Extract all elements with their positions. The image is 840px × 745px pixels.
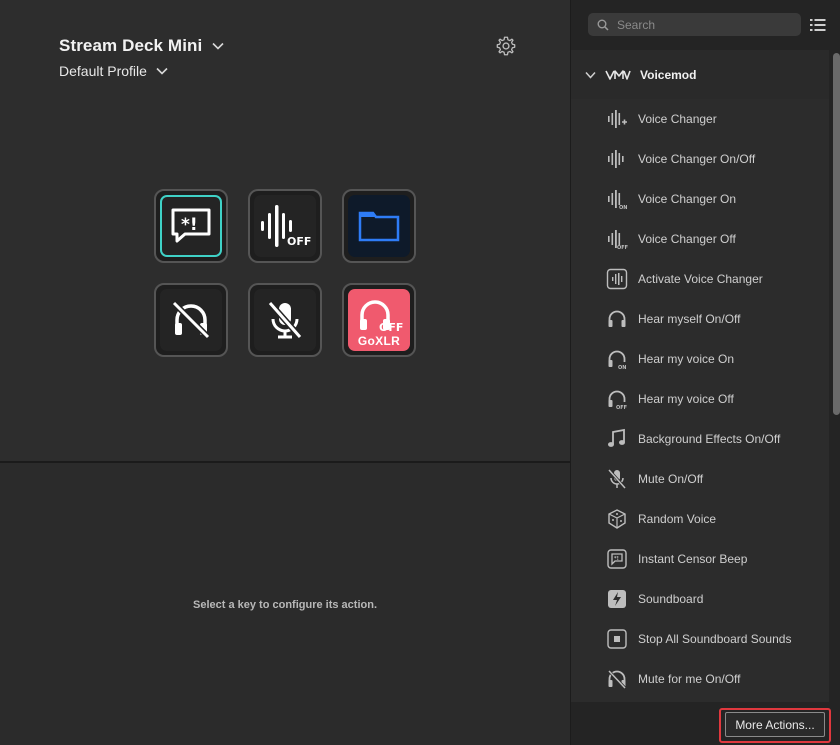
key-1[interactable]: *! — [154, 189, 228, 263]
scrollbar-thumb[interactable] — [833, 53, 840, 415]
action-soundboard[interactable]: Soundboard — [571, 579, 829, 619]
main-area: Stream Deck Mini Default Profile *! OFF … — [0, 0, 570, 745]
key-6[interactable]: OFF GoXLR — [342, 283, 416, 357]
action-voice-changer-toggle[interactable]: Voice Changer On/Off — [571, 139, 829, 179]
action-label: Voice Changer Off — [638, 232, 736, 246]
action-label: Instant Censor Beep — [638, 552, 748, 566]
more-actions-button[interactable]: More Actions... — [725, 712, 825, 737]
key-grid: *! OFF OFF GoXLR — [154, 189, 416, 357]
off-badge: OFF — [287, 235, 311, 248]
action-label: Voice Changer — [638, 112, 717, 126]
voice-changer-off-icon: OFF — [261, 205, 311, 248]
search-box[interactable] — [588, 13, 801, 36]
action-label: Hear my voice Off — [638, 392, 734, 406]
inspector-hint: Select a key to configure its action. — [193, 599, 377, 611]
chevron-down-icon — [212, 42, 224, 50]
music-note-icon — [608, 428, 625, 447]
soundboard-icon — [608, 590, 626, 608]
gear-icon[interactable] — [495, 35, 517, 57]
action-stop-soundboard[interactable]: Stop All Soundboard Sounds — [571, 619, 829, 659]
action-list: Voice Changer Voice Changer On/Off ON Vo… — [571, 99, 829, 702]
headphones-icon — [608, 310, 626, 327]
action-label: Mute for me On/Off — [638, 672, 741, 686]
device-canvas: Stream Deck Mini Default Profile *! OFF … — [0, 0, 570, 461]
device-selector[interactable]: Stream Deck Mini — [59, 36, 224, 56]
voice-changer-icon — [608, 110, 627, 128]
action-label: Mute On/Off — [638, 472, 704, 486]
action-label: Stop All Soundboard Sounds — [638, 632, 792, 646]
action-label: Random Voice — [638, 512, 717, 526]
goxlr-headphones-off-icon: OFF — [360, 300, 403, 334]
action-random-voice[interactable]: Random Voice — [571, 499, 829, 539]
property-inspector: Select a key to configure its action. — [0, 463, 570, 745]
action-label: Background Effects On/Off — [638, 432, 781, 446]
stop-icon — [607, 629, 627, 649]
dice-icon — [608, 509, 626, 529]
action-hear-voice-on[interactable]: ON Hear my voice On — [571, 339, 829, 379]
svg-text:ON: ON — [618, 365, 626, 370]
voice-changer-off-icon: OFF — [608, 230, 628, 250]
action-label: Voice Changer On/Off — [638, 152, 756, 166]
mic-mute-icon — [607, 469, 627, 489]
action-voice-changer-on[interactable]: ON Voice Changer On — [571, 179, 829, 219]
svg-text:*!: *! — [614, 556, 619, 562]
key-5[interactable] — [248, 283, 322, 357]
hear-myself-off-icon — [171, 300, 211, 340]
mic-muted-icon — [267, 301, 303, 339]
key-2[interactable]: OFF — [248, 189, 322, 263]
svg-text:OFF: OFF — [616, 405, 627, 410]
folder-icon — [358, 211, 400, 242]
chevron-down-icon — [156, 67, 168, 75]
search-input[interactable] — [617, 17, 787, 32]
svg-text:*!: *! — [181, 215, 198, 235]
activate-voice-changer-icon — [606, 268, 628, 290]
list-view-icon[interactable] — [809, 16, 827, 34]
profile-selector[interactable]: Default Profile — [59, 63, 168, 79]
action-label: Voice Changer On — [638, 192, 737, 206]
category-voicemod[interactable]: Voicemod — [571, 50, 829, 99]
actions-footer: More Actions... — [571, 702, 840, 745]
action-voice-changer-off[interactable]: OFF Voice Changer Off — [571, 219, 829, 259]
voice-changer-toggle-icon — [608, 150, 624, 168]
chevron-down-icon — [585, 71, 596, 79]
device-name: Stream Deck Mini — [59, 36, 203, 55]
voicemod-logo-icon — [605, 69, 631, 80]
key-label: GoXLR — [357, 334, 401, 348]
actions-panel: Voicemod Voice Changer Voice Changer On/… — [570, 0, 840, 745]
action-censor-beep[interactable]: *! Instant Censor Beep — [571, 539, 829, 579]
action-label: Activate Voice Changer — [638, 272, 763, 286]
key-3[interactable] — [342, 189, 416, 263]
action-mute-for-me[interactable]: Mute for me On/Off — [571, 659, 829, 699]
profile-name: Default Profile — [59, 63, 147, 79]
headphones-mute-icon — [607, 669, 627, 690]
action-mute[interactable]: Mute On/Off — [571, 459, 829, 499]
svg-text:ON: ON — [619, 205, 627, 210]
action-label: Hear my voice On — [638, 352, 735, 366]
censor-beep-icon: *! — [607, 549, 627, 569]
off-badge: OFF — [379, 321, 403, 334]
action-voice-changer[interactable]: Voice Changer — [571, 99, 829, 139]
svg-text:OFF: OFF — [617, 245, 628, 250]
action-hear-myself[interactable]: Hear myself On/Off — [571, 299, 829, 339]
category-name: Voicemod — [640, 67, 697, 82]
action-background-effects[interactable]: Background Effects On/Off — [571, 419, 829, 459]
action-activate-voice-changer[interactable]: Activate Voice Changer — [571, 259, 829, 299]
headphones-on-icon: ON — [608, 350, 626, 370]
search-icon — [597, 19, 609, 31]
action-label: Hear myself On/Off — [638, 312, 741, 326]
headphones-off-icon: OFF — [608, 390, 627, 410]
scrollbar[interactable] — [829, 50, 840, 702]
key-4[interactable] — [154, 283, 228, 357]
action-label: Soundboard — [638, 592, 704, 606]
voice-changer-on-icon: ON — [608, 190, 627, 210]
action-hear-voice-off[interactable]: OFF Hear my voice Off — [571, 379, 829, 419]
censor-chat-icon: *! — [171, 208, 211, 243]
